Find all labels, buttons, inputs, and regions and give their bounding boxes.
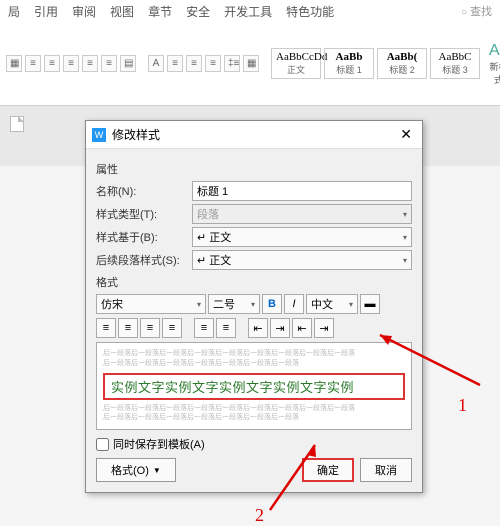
- dialog-icon: W: [92, 128, 106, 142]
- format-button[interactable]: 格式(O)▼: [96, 458, 176, 482]
- name-input[interactable]: [192, 181, 412, 201]
- spacing-1[interactable]: ≡: [194, 318, 214, 338]
- cancel-button[interactable]: 取消: [360, 458, 412, 482]
- props-section-label: 属性: [96, 161, 412, 177]
- tab-security[interactable]: 安全: [186, 3, 210, 20]
- save-template-checkbox[interactable]: [96, 438, 109, 451]
- annotation-2: 2: [255, 505, 264, 526]
- indent-dec2[interactable]: ⇤: [292, 318, 312, 338]
- preview-before2: 后一段落后一段落后一段落后一段落后一段落后一段落后一段落: [103, 359, 405, 369]
- ribbon-tabs: 局 引用 审阅 视图 章节 安全 开发工具 特色功能 查找: [0, 0, 500, 23]
- color-btn[interactable]: ▬: [360, 294, 380, 314]
- spacing-btn[interactable]: ‡≡: [224, 55, 240, 72]
- align-c-btn[interactable]: ≡: [44, 55, 60, 72]
- preview-after2: 后一段落后一段落后一段落后一段落后一段落后一段落后一段落: [103, 413, 405, 423]
- indent2-btn[interactable]: ≡: [101, 55, 117, 72]
- type-label: 样式类型(T):: [96, 206, 186, 222]
- border-btn[interactable]: ▦: [243, 55, 259, 72]
- size-combo[interactable]: 二号▾: [208, 294, 260, 314]
- style-h1[interactable]: AaBb标题 1: [324, 48, 374, 79]
- align-justify[interactable]: ≡: [162, 318, 182, 338]
- follow-combo[interactable]: ↵ 正文▾: [192, 250, 412, 270]
- format-section-label: 格式: [96, 274, 412, 290]
- base-combo[interactable]: ↵ 正文▾: [192, 227, 412, 247]
- italic-btn[interactable]: I: [284, 294, 304, 314]
- ribbon-toolbar: ▦ ≡ ≡ ≡ ≡ ≡ ▤ A ≡ ≡ ≡ ‡≡ ▦ AaBbCcDd正文 Aa…: [0, 23, 500, 105]
- new-style-btn[interactable]: A₊新样式: [483, 40, 500, 86]
- ribbon: 局 引用 审阅 视图 章节 安全 开发工具 特色功能 查找 ▦ ≡ ≡ ≡ ≡ …: [0, 0, 500, 106]
- align-left[interactable]: ≡: [96, 318, 116, 338]
- tab-references[interactable]: 引用: [34, 3, 58, 20]
- tab-layout[interactable]: 局: [8, 3, 20, 20]
- align-right[interactable]: ≡: [140, 318, 160, 338]
- tab-view[interactable]: 视图: [110, 3, 134, 20]
- page-icon[interactable]: [10, 116, 24, 132]
- font-a-btn[interactable]: A: [148, 55, 164, 72]
- preview-before: 后一段落后一段落后一段落后一段落后一段落后一段落后一段落后一段落后一段落: [103, 349, 405, 359]
- annotation-1: 1: [458, 395, 467, 416]
- align-j1-btn[interactable]: ≡: [167, 55, 183, 72]
- modify-style-dialog: W 修改样式 ✕ 属性 名称(N): 样式类型(T): 段落▾ 样式基于(B):…: [85, 120, 423, 493]
- align-center[interactable]: ≡: [118, 318, 138, 338]
- dialog-titlebar: W 修改样式 ✕: [86, 121, 422, 149]
- close-icon[interactable]: ✕: [396, 126, 416, 143]
- type-combo: 段落▾: [192, 204, 412, 224]
- spacing-2[interactable]: ≡: [216, 318, 236, 338]
- indent-btn[interactable]: ▦: [6, 55, 22, 72]
- lang-combo[interactable]: 中文▾: [306, 294, 358, 314]
- indent-inc2[interactable]: ⇥: [314, 318, 334, 338]
- save-template-label: 同时保存到模板(A): [113, 436, 205, 452]
- preview-sample: 实例文字实例文字实例文字实例文字实例: [103, 373, 405, 400]
- bold-btn[interactable]: B: [262, 294, 282, 314]
- indent-inc[interactable]: ⇥: [270, 318, 290, 338]
- style-h2[interactable]: AaBb(标题 2: [377, 48, 427, 79]
- tab-devtools[interactable]: 开发工具: [224, 3, 272, 20]
- align-l-btn[interactable]: ≡: [25, 55, 41, 72]
- ok-button[interactable]: 确定: [302, 458, 354, 482]
- fill-btn[interactable]: ▤: [120, 55, 136, 72]
- tab-review[interactable]: 审阅: [72, 3, 96, 20]
- style-h3[interactable]: AaBbC标题 3: [430, 48, 480, 79]
- align-j3-btn[interactable]: ≡: [205, 55, 221, 72]
- style-normal[interactable]: AaBbCcDd正文: [271, 48, 321, 79]
- preview-after: 后一段落后一段落后一段落后一段落后一段落后一段落后一段落后一段落后一段落: [103, 404, 405, 414]
- follow-label: 后续段落样式(S):: [96, 252, 186, 268]
- align-j2-btn[interactable]: ≡: [186, 55, 202, 72]
- search-box[interactable]: 查找: [461, 3, 492, 20]
- tab-features[interactable]: 特色功能: [286, 3, 334, 20]
- indent-dec[interactable]: ⇤: [248, 318, 268, 338]
- tab-sections[interactable]: 章节: [148, 3, 172, 20]
- align-r-btn[interactable]: ≡: [63, 55, 79, 72]
- outdent-btn[interactable]: ≡: [82, 55, 98, 72]
- font-combo[interactable]: 仿宋▾: [96, 294, 206, 314]
- base-label: 样式基于(B):: [96, 229, 186, 245]
- name-label: 名称(N):: [96, 183, 186, 199]
- dialog-title: 修改样式: [112, 126, 396, 143]
- preview-box: 后一段落后一段落后一段落后一段落后一段落后一段落后一段落后一段落后一段落 后一段…: [96, 342, 412, 430]
